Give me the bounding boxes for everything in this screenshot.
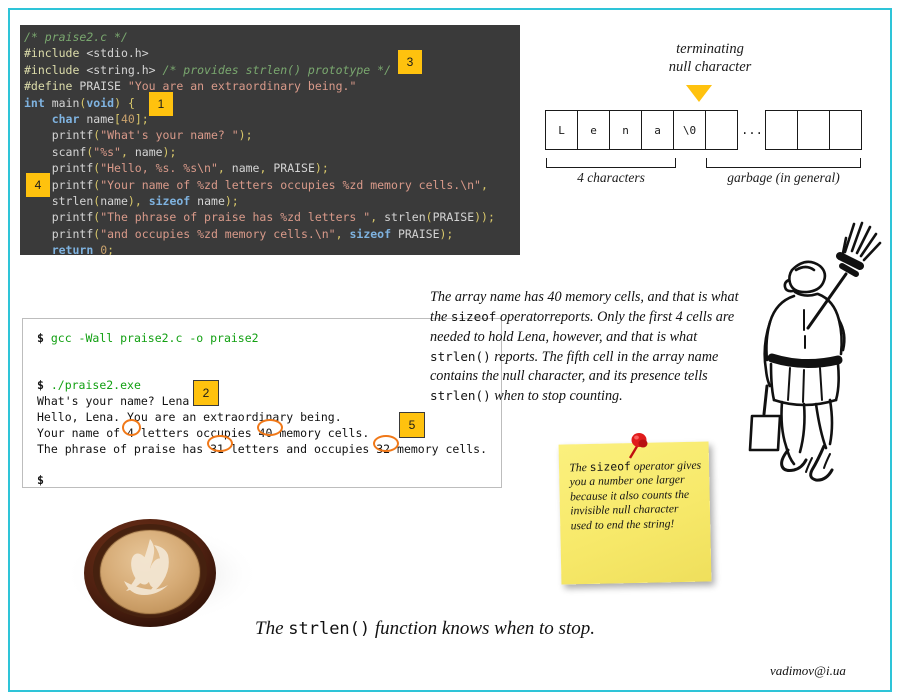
- caption-part2: function knows when to stop.: [370, 618, 595, 639]
- page-root: /* praise2.c */ #include <stdio.h> #incl…: [0, 0, 900, 700]
- memory-cell: [797, 110, 830, 150]
- callout-badge-label: 3: [406, 55, 414, 69]
- callout-badge-label: 4: [34, 178, 42, 192]
- terminal-command: gcc -Wall praise2.c -o praise2: [50, 331, 259, 345]
- sweeper-figure-illustration: [748, 221, 882, 482]
- brace-garbage: [706, 158, 861, 168]
- bottom-caption: The strlen() function knows when to stop…: [255, 618, 595, 640]
- code-line: scanf("%s", name);: [51, 144, 177, 159]
- callout-badge-5[interactable]: 5: [399, 412, 425, 438]
- memory-cell: [705, 110, 738, 150]
- brace-label-garbage: garbage (in general): [727, 170, 840, 185]
- brace-4-characters: [546, 158, 676, 168]
- explanation-mono-sizeof: sizeof: [450, 309, 497, 325]
- memory-cell-null: \0: [673, 110, 706, 150]
- callout-badge-1[interactable]: 1: [148, 91, 174, 117]
- code-line: return 0;: [51, 243, 115, 255]
- callout-badge-4[interactable]: 4: [25, 172, 51, 198]
- memory-cell-row: L e n a \0 ...: [545, 110, 862, 150]
- memory-cell: L: [545, 110, 578, 150]
- explanation-mono-strlen-2: strlen(): [430, 388, 491, 404]
- caption-mono-strlen: strlen(): [288, 619, 371, 639]
- brace-label-characters: 4 characters: [577, 170, 645, 185]
- author-signature: vadimov@i.ua: [770, 663, 846, 678]
- annotation-circle-32: [373, 435, 399, 452]
- sticky-part1: The: [569, 460, 590, 475]
- down-arrow-icon: [686, 85, 712, 102]
- null-char-caption-line1: terminating: [676, 41, 744, 57]
- memory-cells-diagram: terminating null character L e n a \0 ..…: [540, 40, 880, 200]
- code-line: printf("The phrase of praise has %zd let…: [51, 210, 495, 225]
- code-line: /* praise2.c */: [24, 30, 128, 44]
- code-line: printf("Your name of %zd letters occupie…: [51, 177, 488, 192]
- annotation-circle-40: [257, 419, 283, 436]
- memory-cell: a: [641, 110, 674, 150]
- memory-cell: n: [609, 110, 642, 150]
- code-line: printf("What's your name? ");: [51, 128, 253, 143]
- coffee-cup-image: [64, 519, 260, 627]
- annotation-circle-4: [122, 419, 141, 436]
- null-char-caption: terminating null character: [540, 40, 880, 76]
- terminal-line: The phrase of praise has 31 letters and …: [37, 441, 488, 456]
- memory-cells-ellipsis: ...: [741, 123, 763, 137]
- callout-badge-label: 2: [202, 386, 210, 400]
- code-line: char name[40];: [51, 112, 149, 127]
- callout-badge-label: 1: [157, 97, 165, 111]
- sticky-note: The sizeof operator gives you a number o…: [558, 433, 712, 586]
- caption-part1: The: [255, 618, 289, 639]
- sticky-note-text: The sizeof operator gives you a number o…: [569, 458, 703, 534]
- code-line: #include <stdio.h>: [24, 46, 149, 61]
- terminal-line: $: [37, 473, 51, 488]
- code-line: int main(void) {: [24, 95, 135, 110]
- callout-badge-3[interactable]: 3: [397, 49, 423, 75]
- explanation-part4: when to stop counting.: [490, 388, 623, 405]
- callout-badge-label: 5: [408, 418, 416, 432]
- source-code-block: /* praise2.c */ #include <stdio.h> #incl…: [20, 25, 520, 255]
- callout-badge-2[interactable]: 2: [193, 380, 219, 406]
- code-line: printf("Hello, %s. %s\n", name, PRAISE);: [51, 161, 329, 176]
- sticky-mono-sizeof: sizeof: [589, 459, 631, 474]
- explanation-mono-strlen-1: strlen(): [430, 348, 491, 364]
- code-line: #include <string.h> /* provides strlen()…: [24, 62, 391, 77]
- terminal-command: ./praise2.exe: [50, 378, 141, 393]
- code-line: strlen(name), sizeof name);: [51, 194, 239, 209]
- annotation-circle-31: [207, 435, 233, 452]
- memory-cell: [829, 110, 862, 150]
- memory-cell: e: [577, 110, 610, 150]
- code-line: printf("and occupies %zd memory cells.\n…: [51, 226, 454, 241]
- explanation-paragraph: The array name has 40 memory cells, and …: [430, 288, 750, 407]
- code-line: #define PRAISE "You are an extraordinary…: [24, 79, 357, 94]
- push-pin-icon: [628, 433, 648, 459]
- memory-cell: [765, 110, 798, 150]
- null-char-caption-line2: null character: [668, 59, 752, 75]
